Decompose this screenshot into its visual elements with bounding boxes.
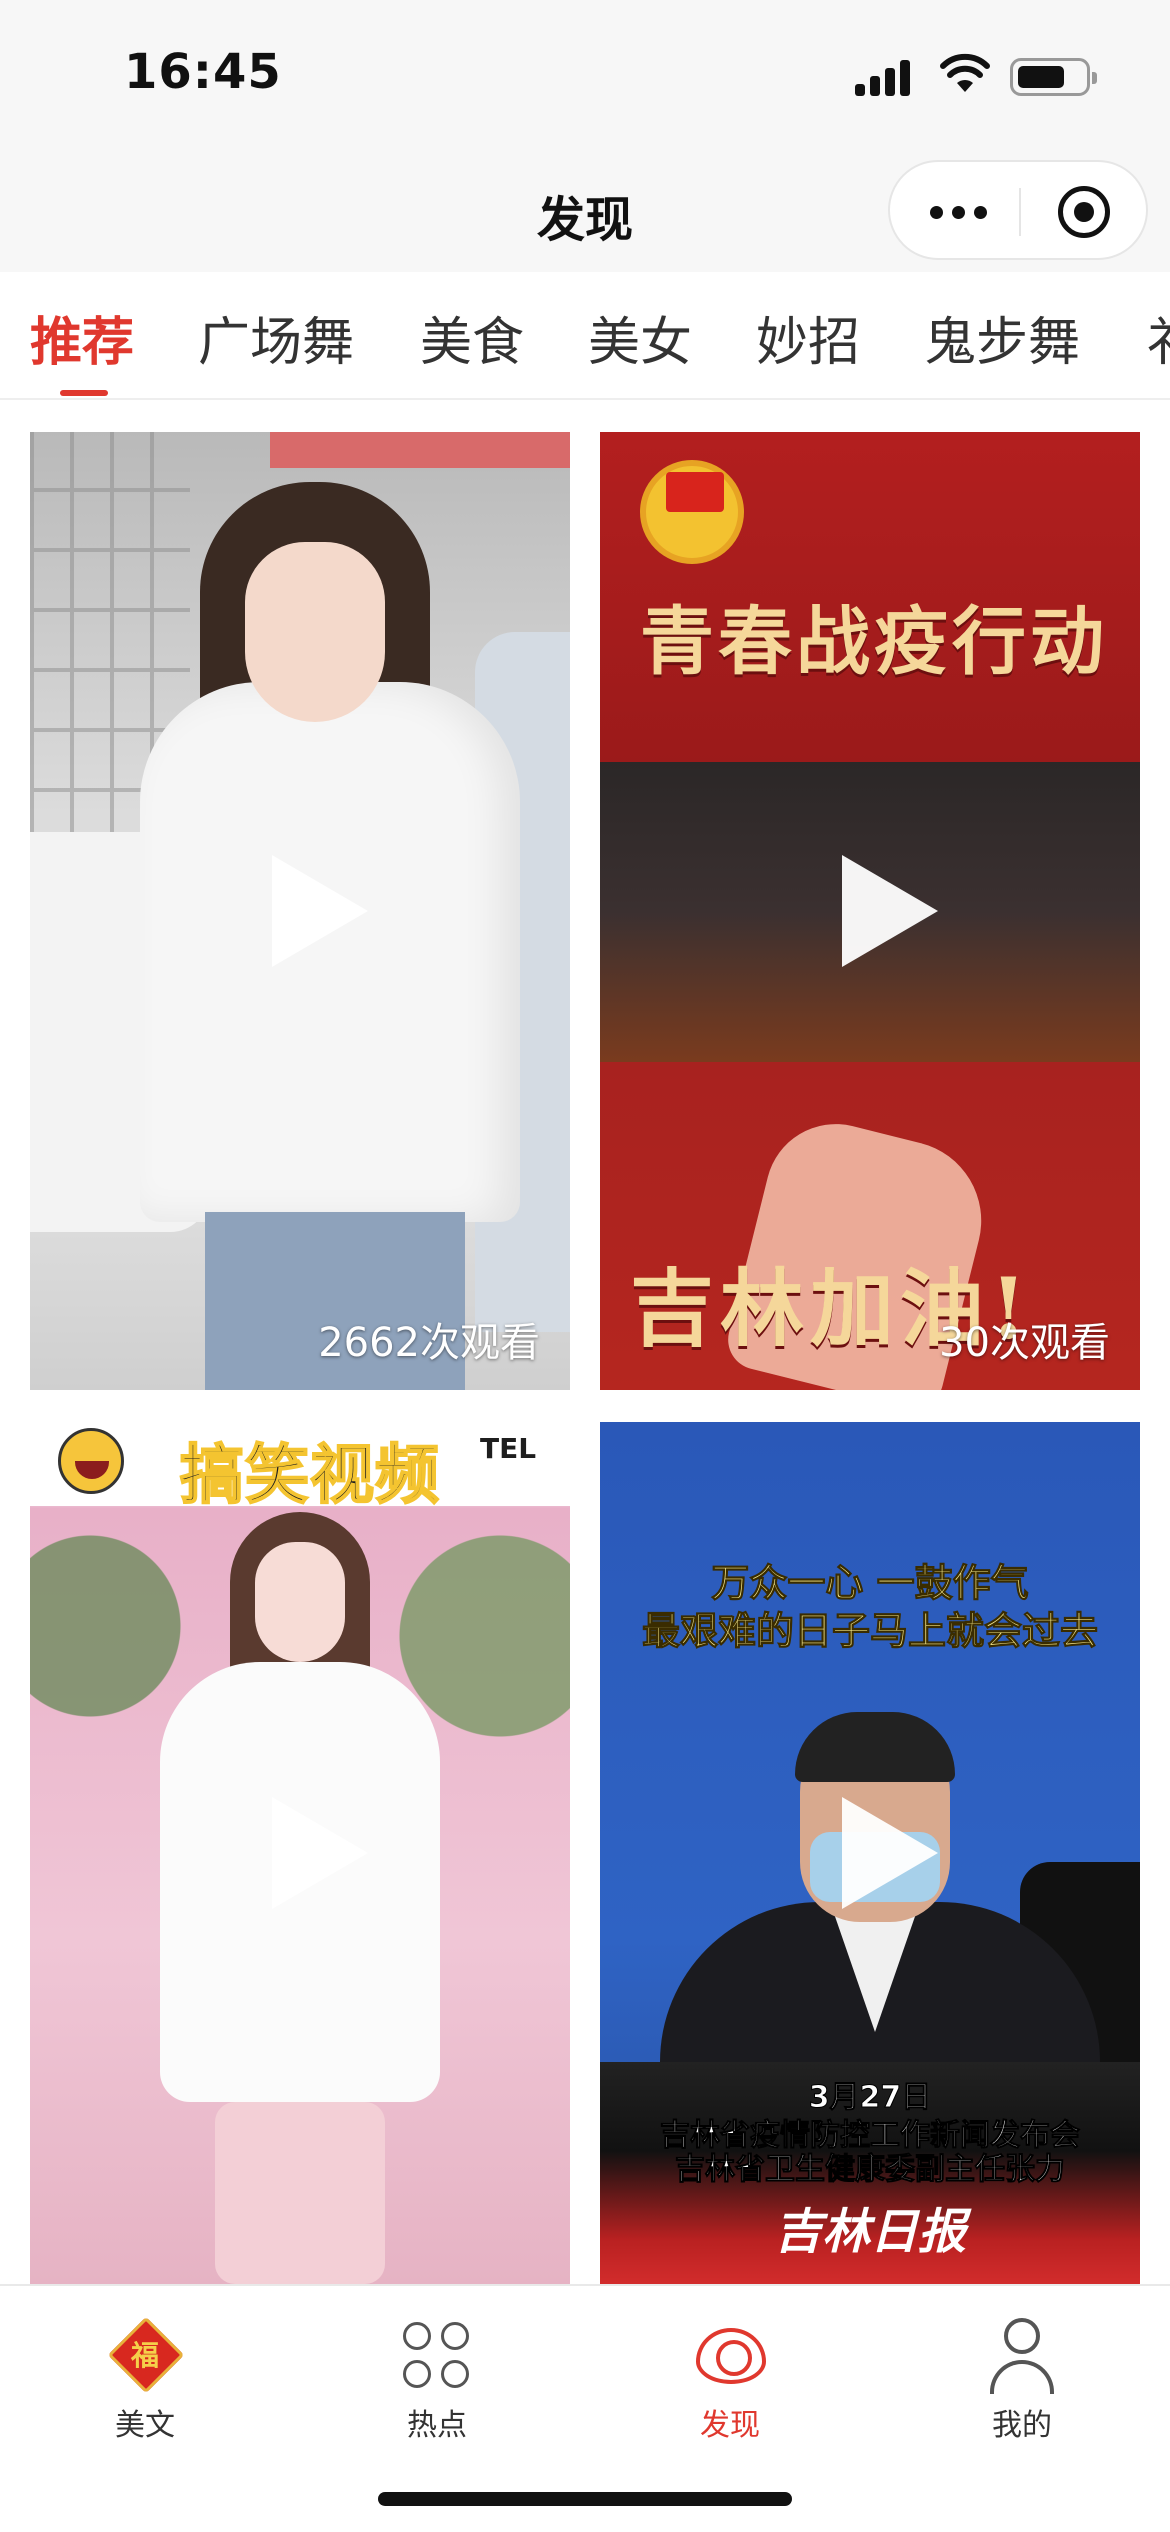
laughing-emoji-icon xyxy=(58,1428,124,1494)
status-bar: 16:45 xyxy=(0,0,1170,150)
tab-recommend[interactable]: 推荐 xyxy=(30,300,134,375)
nav-item-label: 热点 xyxy=(407,2408,467,2443)
view-count: 2662次观看 xyxy=(318,1320,540,1366)
tab-square-dance[interactable]: 广场舞 xyxy=(198,300,354,375)
newspaper-logo: 吉林日报 xyxy=(773,2204,966,2260)
category-tabs: 推荐 广场舞 美食 美女 妙招 鬼步舞 礻 xyxy=(0,272,1170,400)
home-indicator xyxy=(378,2492,792,2506)
active-tab-indicator xyxy=(60,390,108,396)
video-subtitle-line2: 吉林省卫生健康委副主任张力 xyxy=(675,2152,1066,2188)
tab-food[interactable]: 美食 xyxy=(420,300,524,375)
signal-icon xyxy=(855,60,915,96)
video-card[interactable]: 2662次观看 xyxy=(30,432,570,1390)
nav-item-label: 美文 xyxy=(115,2408,175,2443)
view-count: 30次观看 xyxy=(939,1320,1110,1366)
wifi-icon xyxy=(940,53,990,92)
status-time: 16:45 xyxy=(124,44,282,100)
more-icon[interactable] xyxy=(928,198,988,226)
grid-icon xyxy=(403,2322,471,2390)
nav-item-hot[interactable]: 热点 xyxy=(337,2304,537,2444)
play-icon[interactable] xyxy=(272,1797,368,1909)
play-icon[interactable] xyxy=(272,855,368,967)
nav-item-articles[interactable]: 福 美文 xyxy=(45,2304,245,2444)
fu-icon-char: 福 xyxy=(130,2339,159,2372)
battery-icon xyxy=(1010,58,1097,96)
nav-item-discover[interactable]: 发现 xyxy=(630,2304,830,2444)
play-icon[interactable] xyxy=(842,1797,938,1909)
nav-item-me[interactable]: 我的 xyxy=(922,2304,1122,2444)
close-target-icon[interactable] xyxy=(1058,186,1110,238)
video-caption-line1: 万众一心 一鼓作气 xyxy=(711,1561,1029,1606)
mini-program-capsule xyxy=(888,160,1148,260)
youth-league-emblem-icon xyxy=(640,460,744,564)
tab-beauty[interactable]: 美女 xyxy=(588,300,692,375)
video-card[interactable]: 搞笑视频 TEL xyxy=(30,1422,570,2284)
tab-tips[interactable]: 妙招 xyxy=(756,300,860,375)
tab-ghost-step[interactable]: 鬼步舞 xyxy=(924,300,1080,375)
play-icon[interactable] xyxy=(842,855,938,967)
nav-item-label: 我的 xyxy=(992,2408,1052,2443)
video-title-suffix: TEL xyxy=(480,1432,537,1465)
video-title: 搞笑视频 xyxy=(179,1438,440,1514)
nav-item-label: 发现 xyxy=(700,2408,760,2443)
user-icon-body xyxy=(990,2360,1054,2394)
video-card[interactable]: 万众一心 一鼓作气 最艰难的日子马上就会过去 3月27日 吉林省疫情防控工作新闻… xyxy=(600,1422,1140,2284)
user-icon xyxy=(1004,2318,1040,2354)
video-headline: 青春战疫行动 xyxy=(640,599,1108,685)
video-card[interactable]: 青春战疫行动 吉林加油! 30次观看 xyxy=(600,432,1140,1390)
nav-header: 发现 xyxy=(0,150,1170,272)
video-caption-line2: 最艰难的日子马上就会过去 xyxy=(641,1609,1098,1654)
eye-icon xyxy=(696,2328,766,2384)
capsule-divider xyxy=(1019,188,1021,236)
tab-more-partial[interactable]: 礻 xyxy=(1146,300,1170,375)
